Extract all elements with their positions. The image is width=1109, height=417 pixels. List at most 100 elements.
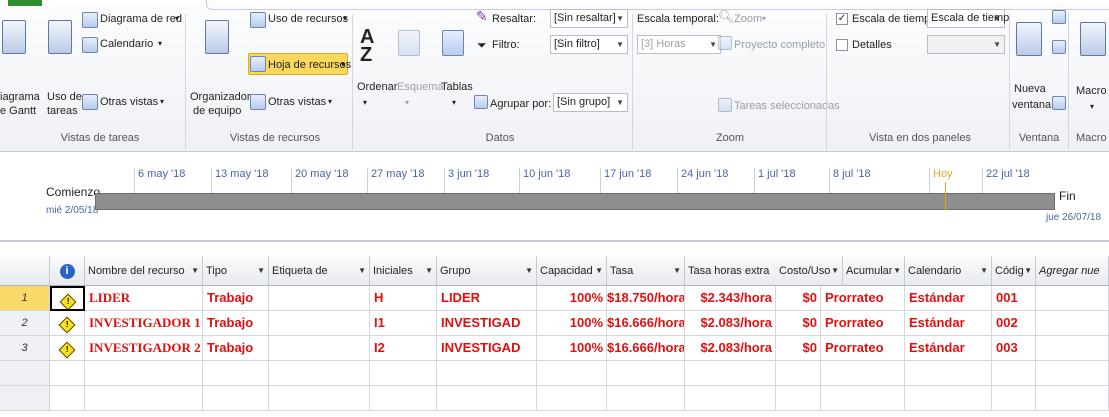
cell-name[interactable]: LIDER (85, 286, 203, 311)
cell-capacity[interactable] (537, 386, 607, 411)
other-views-icon[interactable] (82, 94, 98, 110)
resource-usage-button[interactable]: Uso de recursos (268, 12, 348, 26)
sort-icon[interactable]: AZ (360, 27, 374, 65)
cell-code[interactable]: 003 (992, 336, 1036, 361)
sort-dropdown-icon[interactable]: ▾ (363, 96, 367, 110)
hide-window-icon[interactable] (1052, 96, 1066, 110)
cell-add-new[interactable] (1036, 336, 1109, 361)
overallocation-warning-icon[interactable]: ! (58, 316, 76, 334)
cell-name[interactable]: INVESTIGADOR 1 (85, 311, 203, 336)
indicator-cell[interactable]: ! (50, 336, 85, 361)
cell-type[interactable] (203, 386, 269, 411)
sort-button[interactable]: Ordenar (357, 80, 397, 94)
cell-initials[interactable]: I2 (370, 336, 437, 361)
cell-overtime[interactable] (685, 386, 776, 411)
tables-button[interactable]: Tablas (441, 80, 473, 94)
macros-dropdown-icon[interactable]: ▾ (1090, 100, 1094, 114)
task-usage-icon[interactable] (48, 20, 72, 54)
cell-rate[interactable]: $16.666/hora (607, 311, 685, 336)
column-filter-dropdown-icon[interactable]: ▼ (257, 256, 265, 285)
column-header-calendar[interactable]: Calendario ▼ (905, 256, 992, 286)
cell-add-new[interactable] (1036, 386, 1109, 411)
select-all-corner[interactable] (0, 256, 50, 286)
column-filter-dropdown-icon[interactable]: ▼ (831, 256, 839, 285)
highlight-select[interactable]: [Sin resaltar] ▼ (550, 9, 628, 28)
indicator-cell[interactable]: ! (50, 311, 85, 336)
other-resource-views-button[interactable]: Otras vistas (268, 95, 326, 109)
cell-type[interactable]: Trabajo (203, 311, 269, 336)
resource-usage-dropdown-icon[interactable]: ▾ (343, 12, 347, 26)
group-by-select[interactable]: [Sin grupo] ▼ (553, 93, 628, 112)
calendar-button[interactable]: Calendario (100, 37, 153, 51)
cell-overtime[interactable]: $2.343/hora (685, 286, 776, 311)
cell-accrue[interactable] (821, 361, 905, 386)
timeline-checkbox[interactable]: ✓ (836, 13, 848, 25)
cell-label[interactable] (269, 336, 370, 361)
row-number[interactable]: 1 (0, 286, 50, 311)
details-checkbox[interactable] (836, 39, 848, 51)
column-header-name[interactable]: Nombre del recurso ▼ (85, 256, 203, 286)
cell-capacity[interactable] (537, 361, 607, 386)
column-filter-dropdown-icon[interactable]: ▼ (1024, 256, 1032, 285)
cell-label[interactable] (269, 386, 370, 411)
network-diagram-button[interactable]: Diagrama de red (100, 12, 182, 26)
file-tab[interactable] (8, 0, 42, 6)
column-filter-dropdown-icon[interactable]: ▼ (595, 256, 603, 285)
column-filter-dropdown-icon[interactable]: ▼ (425, 256, 433, 285)
timeline-pane[interactable]: 6 may '18 13 may '18 20 may '18 27 may '18 3… (0, 152, 1109, 242)
column-header-type[interactable]: Tipo ▼ (203, 256, 269, 286)
column-filter-dropdown-icon[interactable]: ▼ (893, 256, 901, 285)
cell-calendar[interactable] (905, 386, 992, 411)
cell-cost-use[interactable] (776, 386, 821, 411)
column-filter-dropdown-icon[interactable]: ▼ (525, 256, 533, 285)
calendar-icon[interactable] (82, 37, 98, 53)
column-header-initials[interactable]: Iniciales ▼ (370, 256, 437, 286)
cell-initials[interactable]: I1 (370, 311, 437, 336)
cell-type[interactable]: Trabajo (203, 286, 269, 311)
cell-label[interactable] (269, 361, 370, 386)
column-header-add-new[interactable]: Agregar nue (1036, 256, 1109, 286)
column-header-label[interactable]: Etiqueta de ▼ (269, 256, 370, 286)
other-task-views-button[interactable]: Otras vistas (100, 95, 158, 109)
row-number[interactable] (0, 386, 50, 411)
cell-name[interactable] (85, 386, 203, 411)
cell-add-new[interactable] (1036, 361, 1109, 386)
cell-calendar[interactable]: Estándar (905, 286, 992, 311)
column-header-code[interactable]: Códig ▼ (992, 256, 1036, 286)
cell-rate[interactable] (607, 361, 685, 386)
new-window-icon[interactable] (1016, 22, 1042, 56)
cell-type[interactable] (203, 361, 269, 386)
other-task-views-dropdown-icon[interactable]: ▾ (160, 95, 164, 109)
cell-capacity[interactable]: 100% (537, 336, 607, 361)
team-planner-label-2[interactable]: de equipo (193, 104, 241, 118)
cell-group[interactable]: INVESTIGAD (437, 311, 537, 336)
cell-add-new[interactable] (1036, 311, 1109, 336)
row-number[interactable] (0, 361, 50, 386)
task-usage-label-2[interactable]: tareas (47, 104, 78, 118)
cell-name[interactable] (85, 361, 203, 386)
cell-code[interactable]: 002 (992, 311, 1036, 336)
timescale-select[interactable]: [3] Horas ▼ (637, 35, 721, 54)
network-diagram-dropdown-icon[interactable]: ▾ (175, 12, 179, 26)
cell-group[interactable]: LIDER (437, 286, 537, 311)
cell-add-new[interactable] (1036, 286, 1109, 311)
cell-initials[interactable] (370, 386, 437, 411)
entire-project-button[interactable]: Proyecto completo (734, 38, 825, 52)
calendar-dropdown-icon[interactable]: ▾ (158, 37, 162, 51)
overallocation-warning-icon[interactable]: ! (59, 293, 76, 309)
details-view-select[interactable]: ▼ (927, 35, 1005, 54)
tables-dropdown-icon[interactable]: ▾ (452, 96, 456, 110)
zoom-button[interactable]: Zoom (734, 12, 762, 26)
column-header-capacity[interactable]: Capacidad ▼ (537, 256, 607, 286)
arrange-all-icon[interactable] (1052, 40, 1066, 54)
new-window-label-1[interactable]: Nueva (1014, 82, 1046, 96)
resource-sheet-icon[interactable] (250, 56, 266, 72)
cell-overtime[interactable] (685, 361, 776, 386)
cell-rate[interactable]: $16.666/hora (607, 336, 685, 361)
macros-button[interactable]: Macro (1076, 84, 1107, 98)
cell-type[interactable]: Trabajo (203, 336, 269, 361)
resource-usage-icon[interactable] (250, 12, 266, 28)
outline-icon[interactable] (398, 30, 420, 56)
row-number[interactable]: 3 (0, 336, 50, 361)
cell-capacity[interactable]: 100% (537, 286, 607, 311)
